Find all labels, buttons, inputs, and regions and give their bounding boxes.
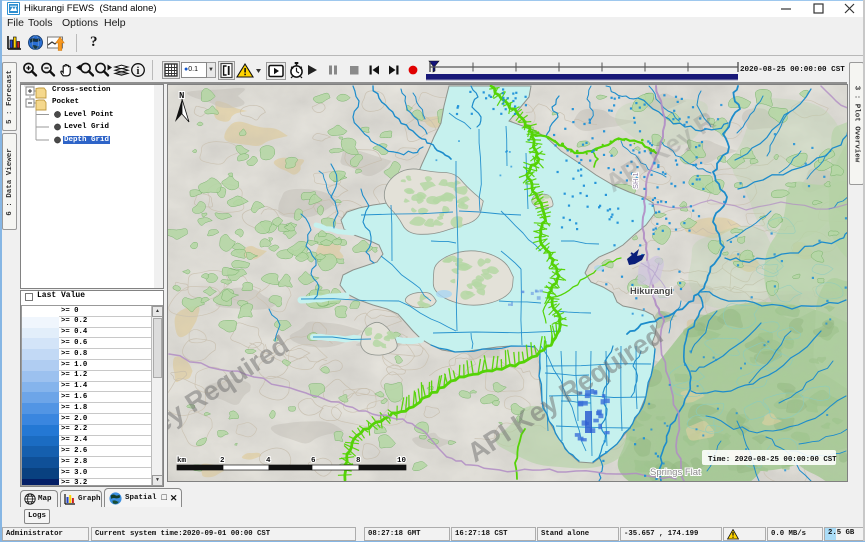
svg-text:6: 6 [311,457,316,465]
svg-text:Hikurangi: Hikurangi [630,286,673,296]
svg-text:Springs Flat: Springs Flat [650,467,701,478]
svg-text:2: 2 [220,457,225,465]
svg-text:Time: 2020-08-25 00:00:00 CST: Time: 2020-08-25 00:00:00 CST [708,456,837,464]
svg-text:4: 4 [266,457,271,465]
svg-text:8: 8 [356,457,361,465]
svg-text:i: i [137,66,140,77]
svg-text:km: km [177,457,187,465]
svg-text:10: 10 [397,457,407,465]
svg-text:SH 1: SH 1 [631,172,640,189]
